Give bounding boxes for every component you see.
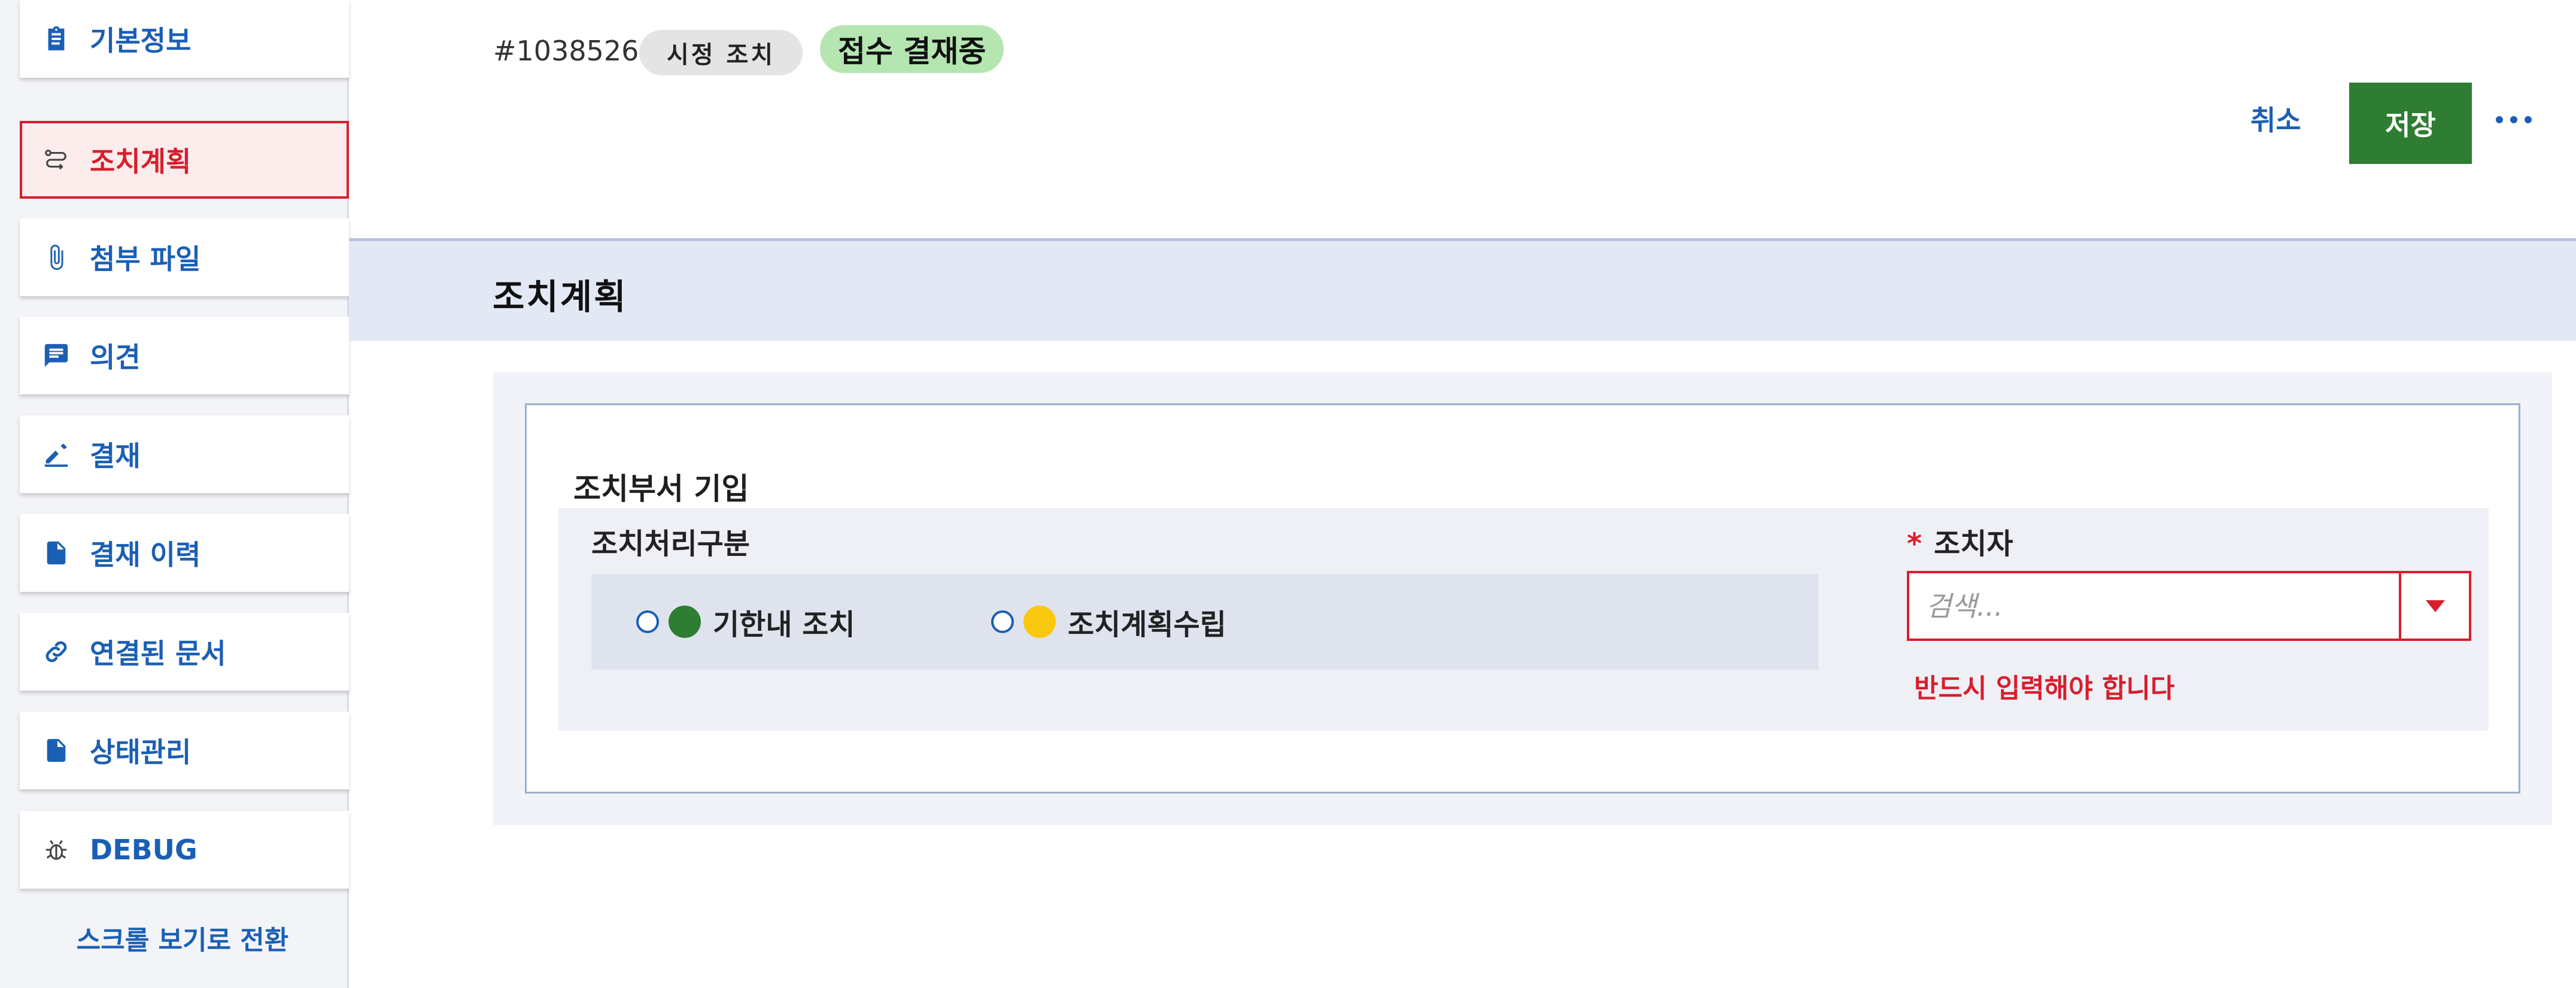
radio-label: 조치계획수립 bbox=[1068, 608, 1226, 642]
dot bbox=[2496, 116, 2503, 123]
sidebar: 기본정보 조치계획 첨부 파일 의견 결재 결재 이력 연결된 문서 상태관리 … bbox=[0, 0, 349, 988]
bug-icon bbox=[41, 834, 72, 865]
document-icon bbox=[41, 735, 72, 766]
status-badge: 접수 결재중 bbox=[820, 25, 1004, 73]
pencil-icon bbox=[41, 439, 72, 470]
type-tag: 시정 조치 bbox=[639, 30, 803, 75]
form-card: 조치부서 기입 조치처리구분 기한내 조치 조치계획수립 * 조치자 검색...… bbox=[493, 372, 2552, 825]
dropdown-toggle[interactable] bbox=[2401, 571, 2471, 641]
group-title: 조치부서 기입 bbox=[573, 472, 749, 506]
sidebar-item-label: DEBUG bbox=[90, 834, 198, 866]
action-type-label: 조치처리구분 bbox=[591, 527, 750, 561]
scroll-view-toggle[interactable]: 스크롤 보기로 전환 bbox=[36, 919, 329, 957]
green-status-dot-icon bbox=[669, 606, 701, 638]
action-person-label-text: 조치자 bbox=[1934, 527, 2013, 561]
radio-button[interactable] bbox=[636, 610, 659, 633]
sidebar-item-label: 상태관리 bbox=[90, 736, 192, 768]
sidebar-item-action-plan[interactable]: 조치계획 bbox=[20, 121, 349, 199]
sidebar-item-comments[interactable]: 의견 bbox=[20, 317, 349, 394]
sidebar-item-status[interactable]: 상태관리 bbox=[20, 712, 349, 789]
sidebar-item-label: 조치계획 bbox=[90, 145, 192, 178]
radio-option-plan[interactable]: 조치계획수립 bbox=[991, 601, 1226, 643]
sidebar-item-basic-info[interactable]: 기본정보 bbox=[20, 0, 349, 78]
radio-label: 기한내 조치 bbox=[713, 608, 855, 642]
action-person-search[interactable] bbox=[1907, 571, 2401, 641]
sidebar-item-approval-history[interactable]: 결재 이력 bbox=[20, 514, 349, 592]
section-title: 조치계획 bbox=[493, 276, 628, 317]
document-icon bbox=[41, 537, 72, 569]
route-icon bbox=[41, 144, 72, 175]
action-type-radio-group: 기한내 조치 조치계획수립 bbox=[591, 574, 1818, 670]
sidebar-item-label: 연결된 문서 bbox=[90, 637, 226, 670]
form-panel: 조치부서 기입 조치처리구분 기한내 조치 조치계획수립 * 조치자 검색...… bbox=[525, 403, 2520, 794]
sidebar-item-label: 첨부 파일 bbox=[90, 243, 201, 275]
sidebar-item-linked-docs[interactable]: 연결된 문서 bbox=[20, 613, 349, 691]
form-group: 조치처리구분 기한내 조치 조치계획수립 * 조치자 검색... 반드시 입력해… bbox=[558, 508, 2489, 731]
sidebar-item-label: 기본정보 bbox=[90, 25, 192, 57]
radio-option-in-deadline[interactable]: 기한내 조치 bbox=[636, 601, 855, 643]
dot bbox=[2525, 116, 2532, 123]
section-header: 조치계획 bbox=[349, 238, 2576, 341]
document-id: #1038526 bbox=[493, 35, 639, 67]
dot bbox=[2510, 116, 2517, 123]
sidebar-item-approval[interactable]: 결재 bbox=[20, 415, 349, 493]
clipboard-icon bbox=[41, 23, 72, 54]
validation-error: 반드시 입력해야 합니다 bbox=[1914, 673, 2175, 704]
cancel-button[interactable]: 취소 bbox=[2250, 99, 2301, 138]
required-mark: * bbox=[1907, 527, 1922, 561]
paperclip-icon bbox=[41, 242, 72, 273]
sidebar-item-label: 결재 bbox=[90, 440, 141, 472]
sidebar-item-label: 결재 이력 bbox=[90, 539, 201, 571]
radio-button[interactable] bbox=[991, 610, 1014, 633]
sidebar-item-attachments[interactable]: 첨부 파일 bbox=[20, 218, 349, 296]
more-options-icon[interactable] bbox=[2496, 108, 2532, 132]
sidebar-item-label: 의견 bbox=[90, 341, 141, 373]
sidebar-item-debug[interactable]: DEBUG bbox=[20, 811, 349, 889]
link-icon bbox=[41, 636, 72, 667]
caret-down-icon bbox=[2425, 600, 2445, 612]
save-button[interactable]: 저장 bbox=[2349, 83, 2472, 164]
action-person-label: * 조치자 bbox=[1907, 520, 2013, 562]
search-input[interactable] bbox=[1909, 573, 2400, 639]
comment-icon bbox=[41, 340, 72, 371]
yellow-status-dot-icon bbox=[1023, 606, 1056, 638]
